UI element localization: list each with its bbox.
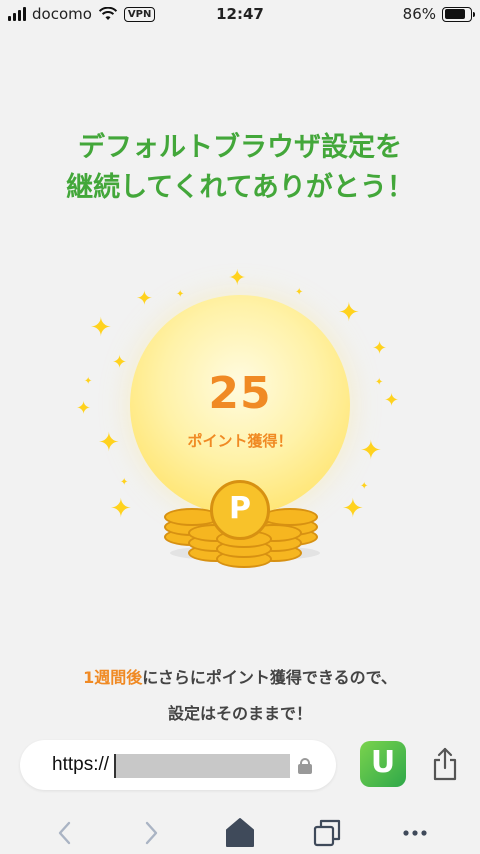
- sparkle-icon: ✦: [112, 352, 128, 373]
- sparkle-icon: ✦: [90, 313, 112, 343]
- message-line-2: 設定はそのままで！: [167, 704, 312, 723]
- sparkle-icon: ✦: [136, 286, 153, 310]
- app-letter: U: [370, 745, 396, 780]
- tabs-icon[interactable]: [312, 818, 342, 848]
- url-bar[interactable]: https://: [20, 740, 336, 790]
- sparkle-icon: ✦: [120, 477, 129, 488]
- battery-percent: 86%: [402, 5, 436, 23]
- sparkle-icon: ✦: [360, 481, 369, 492]
- title-line-1: デフォルトブラウザ設定を: [78, 132, 402, 163]
- points-amount: 25: [208, 368, 272, 419]
- reward-illustration: ✦ ✦ ✦ ✦ ✦ ✦ ✦ ✦ ✦ ✦ ✦ ✦ ✦ ✦ ✦ ✦ ✦ ✦ 25 ポ…: [70, 260, 410, 580]
- coin-letter: P: [229, 491, 251, 526]
- status-bar: docomo VPN 12:47 86%: [0, 0, 480, 30]
- title-line-2: 継続してくれてありがとう！: [66, 172, 414, 203]
- sparkle-icon: ✦: [360, 436, 382, 466]
- sparkle-icon: ✦: [342, 494, 364, 524]
- chevron-right-icon[interactable]: [136, 818, 166, 848]
- sparkle-icon: ✦: [372, 338, 388, 359]
- more-icon[interactable]: [400, 818, 430, 848]
- message-highlight: 1週間後: [83, 668, 143, 687]
- message-line-1-rest: にさらにポイント獲得できるので、: [142, 668, 397, 687]
- sparkle-icon: ✦: [76, 398, 92, 419]
- sparkle-icon: ✦: [176, 289, 185, 300]
- chevron-left-icon[interactable]: [50, 818, 80, 848]
- sparkle-icon: ✦: [110, 494, 132, 524]
- sparkle-icon: ✦: [338, 298, 360, 328]
- sparkle-icon: ✦: [375, 377, 384, 388]
- url-redacted: [114, 754, 290, 778]
- points-label: ポイント獲得！: [187, 432, 293, 450]
- info-message: 1週間後にさらにポイント獲得できるので、 設定はそのままで！: [0, 660, 480, 732]
- message-line-1: 1週間後にさらにポイント獲得できるので、: [0, 660, 480, 696]
- sparkle-icon: ✦: [84, 376, 93, 387]
- app-shortcut-button[interactable]: U: [360, 741, 406, 787]
- point-coin-icon: P: [210, 480, 270, 540]
- url-text[interactable]: https://: [52, 754, 109, 776]
- sparkle-icon: ✦: [384, 390, 400, 411]
- share-icon[interactable]: [430, 746, 460, 782]
- browser-toolbar: [0, 808, 480, 854]
- battery-icon: [442, 6, 475, 22]
- page-title: デフォルトブラウザ設定を 継続してくれてありがとう！: [0, 128, 480, 208]
- lock-icon: [298, 758, 312, 774]
- sparkle-icon: ✦: [98, 428, 120, 458]
- sparkle-icon: ✦: [295, 287, 304, 298]
- sparkle-icon: ✦: [228, 266, 247, 291]
- home-icon[interactable]: [224, 816, 256, 848]
- status-right: 86%: [402, 5, 475, 23]
